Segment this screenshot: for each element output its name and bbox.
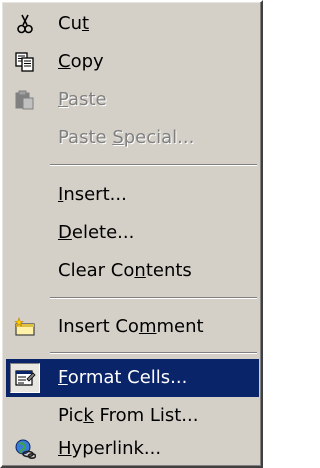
menu-item-cut[interactable]: Cut: [6, 5, 259, 43]
hyperlink-icon: [10, 434, 40, 464]
menu-item-insert[interactable]: Insert...: [6, 176, 259, 214]
menu-item-paste-special[interactable]: Paste Special...: [6, 119, 259, 157]
menu-item-label: Copy: [58, 51, 104, 72]
menu-item-label: Paste: [58, 89, 107, 110]
menu-item-format-cells[interactable]: Format Cells...: [6, 359, 259, 397]
menu-separator: [50, 297, 257, 299]
menu-item-label: Insert...: [58, 184, 127, 205]
paste-icon: [10, 85, 40, 115]
menu-separator: [50, 352, 257, 354]
menu-item-label: Delete...: [58, 222, 135, 243]
menu-item-label: Hyperlink...: [58, 438, 162, 459]
scissors-icon: [10, 9, 40, 39]
copy-icon: [10, 47, 40, 77]
menu-item-label: Cut: [58, 13, 90, 34]
menu-item-hyperlink[interactable]: Hyperlink...: [6, 430, 259, 468]
menu-item-insert-comment[interactable]: Insert Comment: [6, 308, 259, 346]
menu-item-clear-contents[interactable]: Clear Contents: [6, 252, 259, 290]
menu-item-label: Insert Comment: [58, 316, 204, 337]
menu-item-paste[interactable]: Paste: [6, 81, 259, 119]
format-cells-icon: [10, 363, 40, 393]
context-menu: Cut Copy Paste Paste Special... Insert..…: [0, 0, 263, 468]
menu-item-delete[interactable]: Delete...: [6, 214, 259, 252]
menu-item-copy[interactable]: Copy: [6, 43, 259, 81]
menu-item-label: Paste Special...: [58, 127, 195, 148]
menu-separator: [50, 164, 257, 166]
menu-item-label: Clear Contents: [58, 260, 192, 281]
menu-item-label: Format Cells...: [58, 367, 188, 388]
new-comment-icon: [10, 312, 40, 342]
